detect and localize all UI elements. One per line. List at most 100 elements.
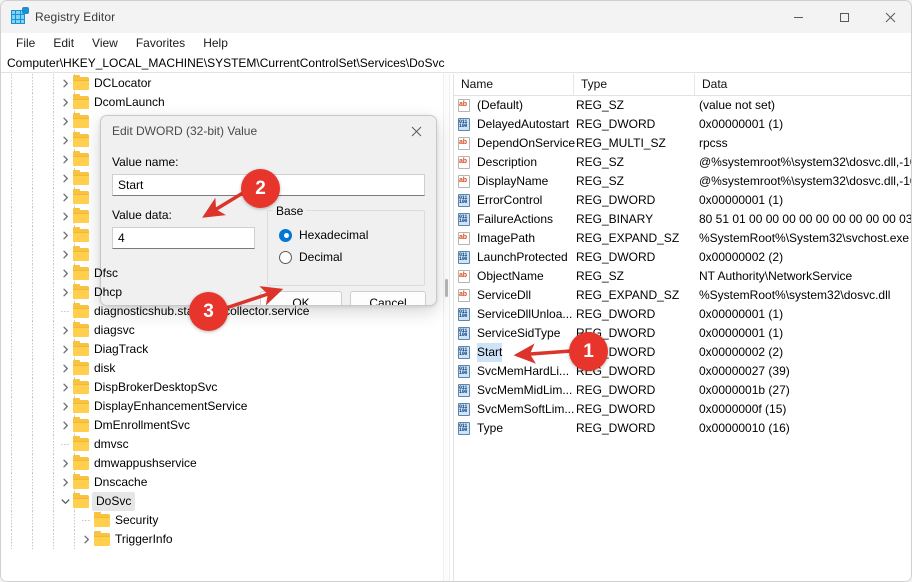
maximize-icon[interactable] — [821, 1, 867, 33]
menu-item-file[interactable]: File — [7, 34, 44, 52]
chevron-right-icon[interactable] — [78, 530, 94, 549]
column-header-name[interactable]: Name — [454, 74, 574, 95]
table-row[interactable]: 011 100 SvcMemMidLim... REG_DWORD 0x0000001b… — [454, 381, 911, 400]
value-name-cell: ab ObjectName — [454, 267, 574, 286]
tree-scrollbar-thumb[interactable] — [445, 279, 448, 297]
menu-item-edit[interactable]: Edit — [44, 34, 83, 52]
edit-dword-dialog: Edit DWORD (32-bit) Value Value name: St… — [100, 115, 437, 306]
tree-item-dclocator[interactable]: DCLocator — [1, 74, 441, 93]
tree-item-dmwappushservice[interactable]: dmwappushservice — [1, 454, 441, 473]
tree-item-label: TriggerInfo — [115, 532, 173, 546]
radio-decimal[interactable]: Decimal — [279, 250, 342, 264]
chevron-right-icon[interactable] — [57, 416, 73, 435]
base-group-label: Base — [273, 204, 307, 218]
value-data-cell: 0x00000001 (1) — [699, 307, 784, 321]
value-data-cell: @%systemroot%\system32\dosvc.dll,-101 — [699, 174, 912, 188]
chevron-right-icon[interactable] — [57, 226, 73, 245]
value-data-cell: 0x00000001 (1) — [699, 326, 784, 340]
registry-values-pane[interactable]: Name Type Data ab (Default) REG_SZ (value n… — [453, 74, 912, 581]
table-row[interactable]: 011 100 Type REG_DWORD 0x00000010 (16) — [454, 419, 911, 438]
value-type-cell: REG_DWORD — [576, 117, 656, 131]
chevron-right-icon[interactable] — [57, 321, 73, 340]
chevron-right-icon[interactable] — [57, 207, 73, 226]
value-data-cell: 0x0000000f (15) — [699, 402, 787, 416]
pane-splitter[interactable] — [441, 74, 453, 581]
radio-hexadecimal[interactable]: Hexadecimal — [279, 228, 368, 242]
table-row[interactable]: ab ServiceDll REG_EXPAND_SZ %SystemRoot%\sy… — [454, 286, 911, 305]
chevron-right-icon[interactable] — [57, 112, 73, 131]
tree-item-dmvsc[interactable]: dmvsc — [1, 435, 441, 454]
menu-item-help[interactable]: Help — [194, 34, 237, 52]
folder-icon — [73, 227, 89, 242]
chevron-right-icon[interactable] — [57, 264, 73, 283]
table-row[interactable]: 011 100 Start REG_DWORD 0x00000002 (2) — [454, 343, 911, 362]
tree-item-dmenrollmentsvc[interactable]: DmEnrollmentSvc — [1, 416, 441, 435]
table-row[interactable]: 011 100 DelayedAutostart REG_DWORD 0x0000000… — [454, 115, 911, 134]
folder-icon — [73, 113, 89, 128]
tree-item-dcomlaunch[interactable]: DcomLaunch — [1, 93, 441, 112]
value-type-cell: REG_DWORD — [576, 383, 656, 397]
value-data-cell: %SystemRoot%\system32\dosvc.dll — [699, 288, 891, 302]
tree-item-label: dmwappushservice — [94, 456, 197, 470]
value-name-cell: 011 100 Type — [454, 419, 574, 438]
value-type-cell: REG_SZ — [576, 174, 625, 188]
tree-item-dnscache[interactable]: Dnscache — [1, 473, 441, 492]
table-row[interactable]: ab DisplayName REG_SZ @%systemroot%\system3… — [454, 172, 912, 191]
tree-item-triggerinfo[interactable]: TriggerInfo — [1, 530, 441, 549]
chevron-right-icon[interactable] — [57, 283, 73, 302]
table-row[interactable]: 011 100 SvcMemHardLi... REG_DWORD 0x00000027… — [454, 362, 911, 381]
table-row[interactable]: ab ImagePath REG_EXPAND_SZ %SystemRoot%\Sys… — [454, 229, 911, 248]
folder-icon — [94, 512, 110, 527]
chevron-right-icon[interactable] — [57, 473, 73, 492]
table-row[interactable]: 011 100 ServiceSidType REG_DWORD 0x00000001 … — [454, 324, 911, 343]
close-icon[interactable] — [867, 1, 911, 33]
minimize-icon[interactable] — [775, 1, 821, 33]
chevron-down-icon[interactable] — [57, 492, 73, 511]
chevron-right-icon[interactable] — [57, 188, 73, 207]
string-value-icon: ab — [458, 288, 472, 303]
table-row[interactable]: 011 100 ErrorControl REG_DWORD 0x00000001 (1… — [454, 191, 911, 210]
value-data-label: Value data: — [112, 208, 172, 222]
table-row[interactable]: 011 100 ServiceDllUnloa... REG_DWORD 0x00000… — [454, 305, 911, 324]
chevron-right-icon[interactable] — [57, 74, 73, 93]
value-name-label: DisplayName — [477, 174, 549, 188]
chevron-right-icon[interactable] — [57, 454, 73, 473]
chevron-right-icon[interactable] — [57, 150, 73, 169]
chevron-right-icon[interactable] — [57, 397, 73, 416]
radio-dot-icon — [279, 250, 292, 264]
value-type-cell: REG_SZ — [576, 98, 625, 112]
table-row[interactable]: ab (Default) REG_SZ (value not set) — [454, 96, 911, 115]
menu-item-view[interactable]: View — [83, 34, 127, 52]
table-row[interactable]: 011 100 FailureActions REG_BINARY 80 51 01 0… — [454, 210, 911, 229]
tree-item-diagtrack[interactable]: DiagTrack — [1, 340, 441, 359]
tree-item-dosvc[interactable]: DoSvc — [1, 492, 441, 511]
table-row[interactable]: 011 100 LaunchProtected REG_DWORD 0x00000002… — [454, 248, 911, 267]
chevron-right-icon[interactable] — [57, 340, 73, 359]
value-name-label: Description — [477, 155, 538, 169]
value-type-cell: REG_DWORD — [576, 307, 656, 321]
folder-icon — [73, 436, 89, 451]
address-bar[interactable]: Computer\HKEY_LOCAL_MACHINE\SYSTEM\Curre… — [1, 53, 911, 73]
value-type-cell: REG_EXPAND_SZ — [576, 231, 680, 245]
table-row[interactable]: ab DependOnService REG_MULTI_SZ rpcss — [454, 134, 911, 153]
column-header-type[interactable]: Type — [574, 74, 695, 95]
table-row[interactable]: ab Description REG_SZ @%systemroot%\system3… — [454, 153, 911, 172]
chevron-right-icon[interactable] — [57, 359, 73, 378]
menu-item-favorites[interactable]: Favorites — [127, 34, 194, 52]
table-row[interactable]: 011 100 SvcMemSoftLim... REG_DWORD 0x0000000… — [454, 400, 911, 419]
tree-item-displayenhancementservice[interactable]: DisplayEnhancementService — [1, 397, 441, 416]
chevron-right-icon[interactable] — [57, 378, 73, 397]
tree-item-dispbrokerdesktopsvc[interactable]: DispBrokerDesktopSvc — [1, 378, 441, 397]
chevron-right-icon[interactable] — [57, 131, 73, 150]
column-header-data[interactable]: Data — [695, 74, 911, 95]
table-row[interactable]: ab ObjectName REG_SZ NT Authority\NetworkSe… — [454, 267, 911, 286]
chevron-right-icon[interactable] — [57, 93, 73, 112]
tree-item-security[interactable]: Security — [1, 511, 441, 530]
value-name-cell: ab Description — [454, 153, 574, 172]
tree-item-disk[interactable]: disk — [1, 359, 441, 378]
chevron-right-icon[interactable] — [57, 169, 73, 188]
chevron-right-icon[interactable] — [57, 245, 73, 264]
cancel-button[interactable]: Cancel — [350, 291, 426, 305]
value-data-input[interactable]: 4 — [112, 227, 255, 249]
close-icon[interactable] — [396, 116, 436, 146]
